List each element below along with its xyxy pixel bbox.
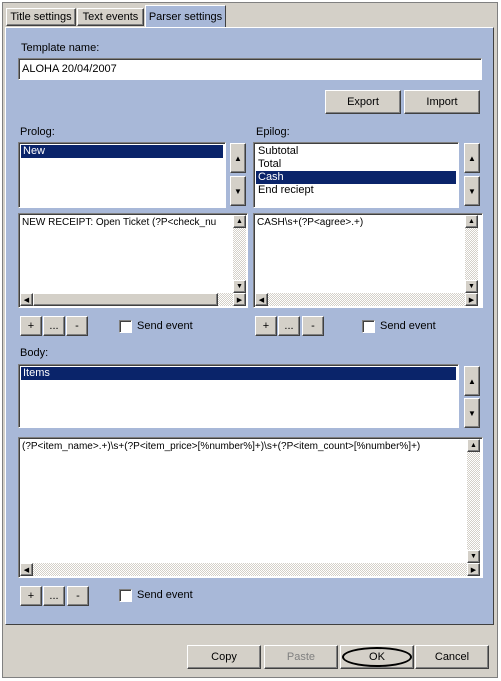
cancel-button-label: Cancel <box>434 651 470 663</box>
scroll-right-icon[interactable]: ▶ <box>467 563 480 576</box>
scroll-left-icon[interactable]: ◀ <box>20 563 33 576</box>
body-label: Body: <box>20 347 49 359</box>
body-editor-vscrollbar[interactable]: ▲ ▼ <box>467 439 480 563</box>
tab-title-settings-label: Title settings <box>10 11 72 23</box>
body-move-down-button[interactable]: ▼ <box>464 398 480 428</box>
epilog-send-event-checkbox[interactable] <box>362 320 375 333</box>
copy-button-label: Copy <box>211 651 237 663</box>
prolog-editor-vscrollbar[interactable]: ▲ ▼ <box>233 215 246 293</box>
body-move-up-button[interactable]: ▲ <box>464 366 480 396</box>
epilog-editor-vscrollbar[interactable]: ▲ ▼ <box>465 215 478 293</box>
import-button[interactable]: Import <box>404 90 480 114</box>
epilog-add-button[interactable]: + <box>255 316 277 336</box>
scroll-left-icon[interactable]: ◀ <box>255 293 268 306</box>
epilog-add-label: + <box>262 320 270 332</box>
scroll-down-icon[interactable]: ▼ <box>465 280 478 293</box>
epilog-edit-button[interactable]: ... <box>278 316 300 336</box>
epilog-edit-label: ... <box>284 320 294 332</box>
scroll-up-icon[interactable]: ▲ <box>465 215 478 228</box>
epilog-list-item[interactable]: Cash <box>256 171 456 184</box>
scroll-down-icon[interactable]: ▼ <box>467 550 480 563</box>
scroll-right-icon[interactable]: ▶ <box>465 293 478 306</box>
ok-button-label: OK <box>369 651 385 663</box>
prolog-move-up-button[interactable]: ▲ <box>230 143 246 173</box>
paste-button: Paste <box>264 645 338 669</box>
export-button-label: Export <box>347 96 379 108</box>
tab-parser-settings-label: Parser settings <box>148 11 223 23</box>
prolog-editor-hscrollbar[interactable]: ◀ ▶ <box>20 293 246 306</box>
body-send-event-label: Send event <box>137 589 193 601</box>
epilog-send-event-label: Send event <box>380 320 436 332</box>
scroll-right-icon[interactable]: ▶ <box>233 293 246 306</box>
prolog-remove-label: - <box>75 320 79 332</box>
copy-button[interactable]: Copy <box>187 645 261 669</box>
epilog-remove-label: - <box>311 320 315 332</box>
body-remove-label: - <box>76 590 80 602</box>
prolog-send-event-checkbox[interactable] <box>119 320 132 333</box>
prolog-send-event-label: Send event <box>137 320 193 332</box>
epilog-move-up-button[interactable]: ▲ <box>464 143 480 173</box>
cancel-button[interactable]: Cancel <box>415 645 489 669</box>
body-send-event-checkbox[interactable] <box>119 589 132 602</box>
epilog-editor-hscrollbar[interactable]: ◀ ▶ <box>255 293 478 306</box>
tab-parser-settings[interactable]: Parser settings <box>145 5 226 28</box>
tab-text-events-label: Text events <box>82 11 139 23</box>
prolog-edit-label: ... <box>49 320 59 332</box>
scroll-left-icon[interactable]: ◀ <box>20 293 33 306</box>
epilog-remove-button[interactable]: - <box>302 316 324 336</box>
ok-button[interactable]: OK <box>340 645 414 669</box>
prolog-add-button[interactable]: + <box>20 316 42 336</box>
import-button-label: Import <box>426 96 458 108</box>
body-remove-button[interactable]: - <box>67 586 89 606</box>
body-edit-button[interactable]: ... <box>43 586 65 606</box>
prolog-add-label: + <box>27 320 35 332</box>
export-button[interactable]: Export <box>325 90 401 114</box>
prolog-expression-editor[interactable]: NEW RECEIPT: Open Ticket (?P<check_nu ▲ … <box>18 213 248 308</box>
template-name-field[interactable]: ALOHA 20/04/2007 <box>18 58 482 80</box>
body-edit-label: ... <box>49 590 59 602</box>
scroll-thumb[interactable] <box>33 293 218 306</box>
epilog-move-down-button[interactable]: ▼ <box>464 176 480 206</box>
epilog-list[interactable]: Subtotal Total Cash End reciept <box>253 142 459 208</box>
prolog-expression-text: NEW RECEIPT: Open Ticket (?P<check_nu <box>22 217 217 228</box>
epilog-list-item[interactable]: Subtotal <box>256 145 456 158</box>
epilog-label: Epilog: <box>256 126 290 138</box>
paste-button-label: Paste <box>286 651 316 663</box>
scroll-up-icon[interactable]: ▲ <box>233 215 246 228</box>
scroll-up-icon[interactable]: ▲ <box>467 439 480 452</box>
prolog-remove-button[interactable]: - <box>66 316 88 336</box>
template-name-value: ALOHA 20/04/2007 <box>22 63 117 75</box>
tab-title-settings[interactable]: Title settings <box>6 8 76 26</box>
prolog-label: Prolog: <box>20 126 55 138</box>
prolog-edit-button[interactable]: ... <box>43 316 65 336</box>
body-add-button[interactable]: + <box>20 586 42 606</box>
prolog-list-item[interactable]: New <box>21 145 223 158</box>
body-editor-hscrollbar[interactable]: ◀ ▶ <box>20 563 480 576</box>
body-list[interactable]: Items <box>18 364 459 428</box>
scroll-down-icon[interactable]: ▼ <box>233 280 246 293</box>
epilog-expression-editor[interactable]: CASH\s+(?P<agree>.+) ▲ ▼ ◀ ▶ <box>253 213 483 308</box>
epilog-list-item[interactable]: End reciept <box>256 184 456 197</box>
body-list-item[interactable]: Items <box>21 367 456 380</box>
body-expression-text: (?P<item_name>.+)\s+(?P<item_price>[%num… <box>22 441 421 452</box>
epilog-expression-text: CASH\s+(?P<agree>.+) <box>257 217 364 228</box>
prolog-move-down-button[interactable]: ▼ <box>230 176 246 206</box>
prolog-list[interactable]: New <box>18 142 226 208</box>
template-name-label: Template name: <box>21 42 100 54</box>
body-expression-editor[interactable]: (?P<item_name>.+)\s+(?P<item_price>[%num… <box>18 437 483 578</box>
body-add-label: + <box>27 590 35 602</box>
epilog-list-item[interactable]: Total <box>256 158 456 171</box>
tab-text-events[interactable]: Text events <box>77 8 144 26</box>
